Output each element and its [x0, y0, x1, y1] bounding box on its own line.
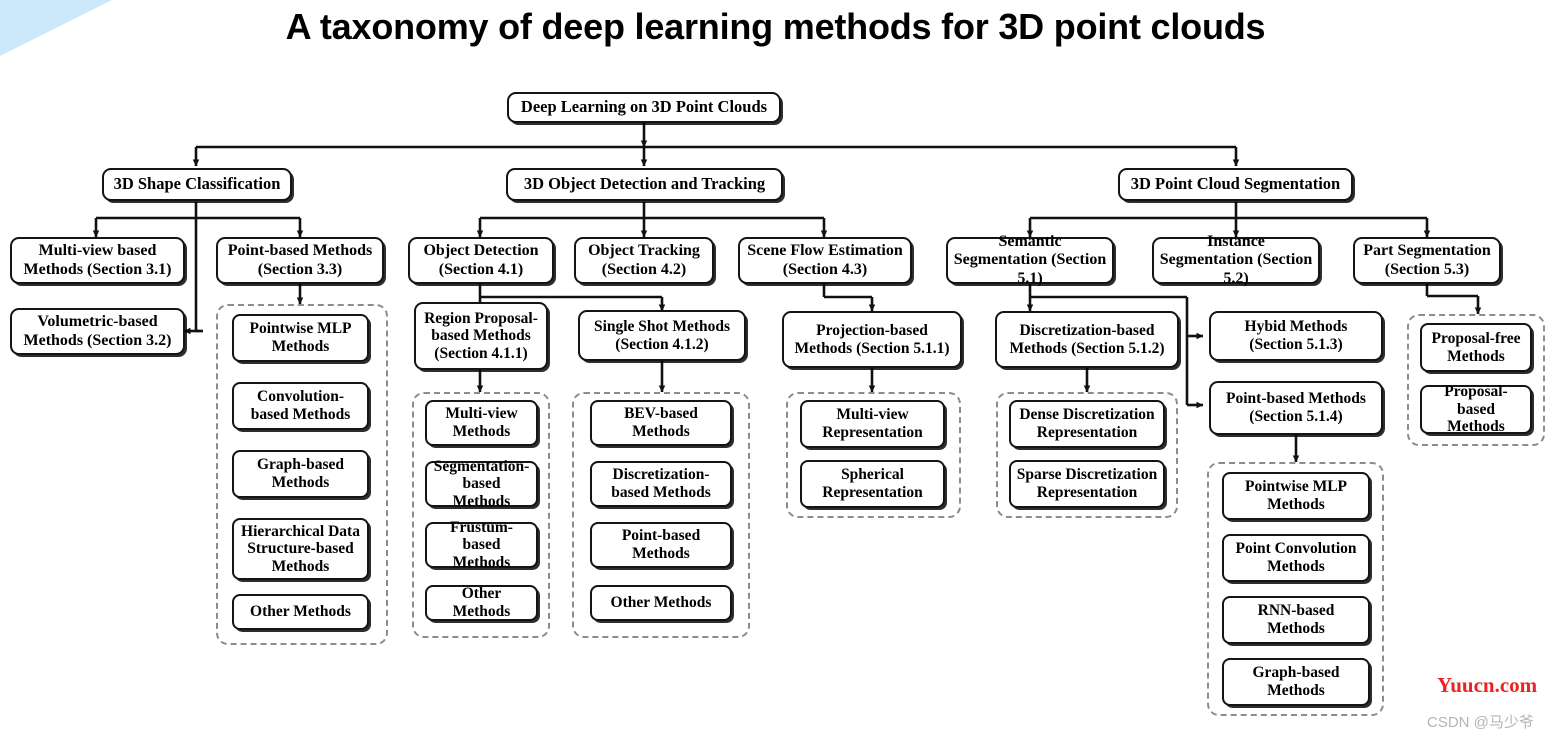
- leaf-label: Sparse Discretization Representation: [1016, 466, 1158, 501]
- node-point-based-methods-3-3-label: Point-based Methods (Section 3.3): [227, 242, 373, 278]
- node-hybid-methods[interactable]: Hybid Methods (Section 5.1.3): [1209, 311, 1383, 361]
- node-multiview-based-methods-label: Multi-view based Methods (Section 3.1): [23, 242, 172, 278]
- leaf-other-methods-cls[interactable]: Other Methods: [232, 594, 369, 630]
- node-projection-based-methods-label: Projection-based Methods (Section 5.1.1): [794, 321, 950, 357]
- node-object-tracking[interactable]: Object Tracking (Section 4.2): [574, 237, 714, 284]
- leaf-hierarchical-data-structure-based-methods[interactable]: Hierarchical Data Structure-based Method…: [232, 518, 369, 580]
- node-root[interactable]: Deep Learning on 3D Point Clouds: [507, 92, 781, 123]
- leaf-label: Frustum-based Methods: [450, 518, 513, 571]
- leaf-label: Multi-view Methods: [445, 405, 518, 440]
- leaf-point-convolution-methods[interactable]: Point Convolution Methods: [1222, 534, 1370, 582]
- leaf-rnn-based-methods[interactable]: RNN-based Methods: [1222, 596, 1370, 644]
- leaf-pointwise-mlp-methods-cls[interactable]: Pointwise MLP Methods: [232, 314, 369, 362]
- node-part-segmentation[interactable]: Part Segmentation (Section 5.3): [1353, 237, 1501, 284]
- leaf-other-methods-det-ss[interactable]: Other Methods: [590, 585, 732, 621]
- node-instance-segmentation[interactable]: Instance Segmentation (Section 5.2): [1152, 233, 1320, 287]
- leaf-label: Graph-based Methods: [257, 456, 344, 491]
- node-single-shot-methods[interactable]: Single Shot Methods (Section 4.1.2): [578, 310, 746, 361]
- leaf-label: Other Methods: [610, 594, 712, 612]
- leaf-multi-view-representation[interactable]: Multi-view Representation: [800, 400, 945, 448]
- node-point-based-methods-5-1-4-label: Point-based Methods (Section 5.1.4): [1226, 390, 1366, 425]
- node-point-cloud-segmentation[interactable]: 3D Point Cloud Segmentation: [1118, 168, 1353, 201]
- node-part-segmentation-label: Part Segmentation (Section 5.3): [1363, 242, 1491, 278]
- leaf-graph-based-methods-seg[interactable]: Graph-based Methods: [1222, 658, 1370, 706]
- leaf-sparse-discretization-representation[interactable]: Sparse Discretization Representation: [1009, 460, 1165, 508]
- node-volumetric-based-methods[interactable]: Volumetric-based Methods (Section 3.2): [10, 308, 185, 355]
- node-semantic-segmentation[interactable]: Semantic Segmentation (Section 5.1): [946, 233, 1114, 287]
- node-semantic-segmentation-label: Semantic Segmentation (Section 5.1): [953, 233, 1107, 287]
- node-object-tracking-label: Object Tracking (Section 4.2): [588, 242, 700, 278]
- leaf-label: Segmentation-based Methods: [433, 457, 530, 510]
- leaf-label: Proposal-free Methods: [1431, 329, 1521, 365]
- node-point-cloud-segmentation-label: 3D Point Cloud Segmentation: [1130, 174, 1341, 194]
- node-shape-classification[interactable]: 3D Shape Classification: [102, 168, 292, 201]
- leaf-label: Point-based Methods: [621, 527, 701, 562]
- leaf-convolution-based-methods-cls[interactable]: Convolution-based Methods: [232, 382, 369, 430]
- node-scene-flow-estimation[interactable]: Scene Flow Estimation (Section 4.3): [738, 237, 912, 284]
- leaf-label: Other Methods: [452, 585, 511, 620]
- node-discretization-based-methods-seg[interactable]: Discretization-based Methods (Section 5.…: [995, 311, 1179, 368]
- leaf-multi-view-methods-det[interactable]: Multi-view Methods: [425, 400, 538, 446]
- leaf-segmentation-based-methods-det[interactable]: Segmentation-based Methods: [425, 458, 538, 510]
- leaf-spherical-representation[interactable]: Spherical Representation: [800, 460, 945, 508]
- leaf-proposal-based-methods[interactable]: Proposal-based Methods: [1420, 383, 1532, 436]
- leaf-label: Other Methods: [250, 603, 351, 621]
- leaf-dense-discretization-representation[interactable]: Dense Discretization Representation: [1009, 400, 1165, 448]
- leaf-discretization-based-methods-det[interactable]: Discretization-based Methods: [590, 461, 732, 507]
- node-object-detection-label: Object Detection (Section 4.1): [423, 242, 539, 278]
- node-point-based-methods-3-3[interactable]: Point-based Methods (Section 3.3): [216, 237, 384, 284]
- leaf-label: Pointwise MLP Methods: [1244, 478, 1348, 513]
- node-root-label: Deep Learning on 3D Point Clouds: [520, 97, 768, 117]
- leaf-label: Convolution-based Methods: [250, 388, 351, 423]
- leaf-label: Proposal-based Methods: [1444, 383, 1508, 436]
- leaf-label: BEV-based Methods: [624, 405, 698, 440]
- leaf-graph-based-methods-cls[interactable]: Graph-based Methods: [232, 450, 369, 498]
- leaf-point-based-methods-det[interactable]: Point-based Methods: [590, 522, 732, 568]
- leaf-proposal-free-methods[interactable]: Proposal-free Methods: [1420, 323, 1532, 372]
- watermark-author: CSDN @马少爷: [1427, 714, 1534, 731]
- node-object-detection-tracking[interactable]: 3D Object Detection and Tracking: [506, 168, 783, 201]
- leaf-label: Multi-view Representation: [822, 406, 923, 441]
- leaf-frustum-based-methods-det[interactable]: Frustum-based Methods: [425, 519, 538, 571]
- leaf-label: Spherical Representation: [822, 466, 923, 501]
- leaf-bev-based-methods[interactable]: BEV-based Methods: [590, 400, 732, 446]
- leaf-other-methods-det-rp[interactable]: Other Methods: [425, 585, 538, 621]
- node-region-proposal-based-methods-label: Region Proposal-based Methods (Section 4…: [424, 309, 538, 362]
- node-instance-segmentation-label: Instance Segmentation (Section 5.2): [1159, 233, 1313, 287]
- leaf-pointwise-mlp-methods-seg[interactable]: Pointwise MLP Methods: [1222, 472, 1370, 520]
- node-shape-classification-label: 3D Shape Classification: [113, 174, 281, 194]
- node-projection-based-methods[interactable]: Projection-based Methods (Section 5.1.1): [782, 311, 962, 368]
- node-volumetric-based-methods-label: Volumetric-based Methods (Section 3.2): [23, 313, 172, 349]
- node-object-detection[interactable]: Object Detection (Section 4.1): [408, 237, 554, 284]
- node-object-detection-tracking-label: 3D Object Detection and Tracking: [523, 174, 766, 194]
- leaf-label: Point Convolution Methods: [1235, 540, 1357, 575]
- node-discretization-based-methods-seg-label: Discretization-based Methods (Section 5.…: [1009, 321, 1165, 357]
- leaf-label: RNN-based Methods: [1257, 602, 1335, 637]
- leaf-label: Hierarchical Data Structure-based Method…: [241, 522, 360, 575]
- watermark-site: Yuucn.com: [1437, 673, 1538, 697]
- node-hybid-methods-label: Hybid Methods (Section 5.1.3): [1244, 318, 1348, 353]
- leaf-label: Discretization-based Methods: [611, 466, 711, 501]
- node-multiview-based-methods[interactable]: Multi-view based Methods (Section 3.1): [10, 237, 185, 284]
- node-single-shot-methods-label: Single Shot Methods (Section 4.1.2): [593, 317, 731, 353]
- leaf-label: Pointwise MLP Methods: [249, 320, 352, 355]
- node-scene-flow-estimation-label: Scene Flow Estimation (Section 4.3): [747, 242, 903, 278]
- leaf-label: Dense Discretization Representation: [1019, 406, 1155, 441]
- leaf-label: Graph-based Methods: [1252, 664, 1340, 699]
- node-region-proposal-based-methods[interactable]: Region Proposal-based Methods (Section 4…: [414, 302, 548, 370]
- node-point-based-methods-5-1-4[interactable]: Point-based Methods (Section 5.1.4): [1209, 381, 1383, 435]
- taxonomy-diagram: A taxonomy of deep learning methods for …: [0, 0, 1551, 739]
